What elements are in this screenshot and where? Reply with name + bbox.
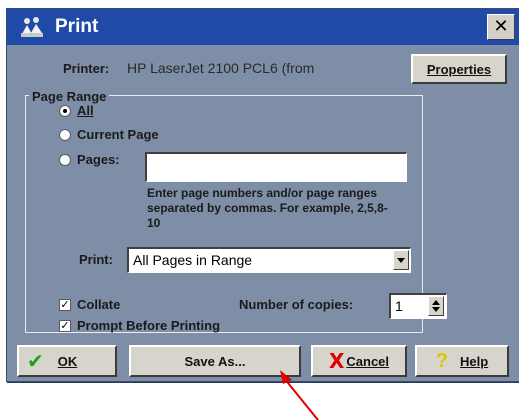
- title-bar[interactable]: Print ✕: [7, 9, 519, 45]
- prompt-before-printing-checkbox[interactable]: ✓: [59, 320, 71, 332]
- copies-spinner[interactable]: [428, 296, 444, 316]
- print-dialog: Print ✕ Printer: HP LaserJet 2100 PCL6 (…: [6, 8, 519, 382]
- print-label: Print:: [79, 252, 113, 267]
- collate-label: Collate: [77, 297, 121, 312]
- radio-pages[interactable]: [59, 154, 71, 166]
- properties-button[interactable]: Properties: [411, 54, 507, 84]
- help-button[interactable]: ? Help: [415, 345, 509, 377]
- properties-button-label: Properties: [426, 61, 492, 77]
- close-button[interactable]: ✕: [487, 14, 515, 40]
- cancel-button-label: Cancel: [346, 353, 390, 369]
- save-as-button-label: Save As...: [184, 353, 246, 369]
- radio-pages-label: Pages:: [77, 152, 120, 167]
- pages-input[interactable]: [145, 152, 407, 182]
- help-button-label: Help: [460, 353, 489, 369]
- collate-checkbox[interactable]: ✓: [59, 299, 71, 311]
- question-mark-icon: ?: [435, 349, 449, 372]
- prompt-before-printing-label: Prompt Before Printing: [77, 318, 221, 333]
- printer-name: HP LaserJet 2100 PCL6 (from: [127, 60, 315, 76]
- ok-button[interactable]: ✔ OK: [17, 345, 117, 377]
- print-range-select[interactable]: All Pages in Range: [127, 247, 411, 273]
- spinner-arrows-icon: [432, 300, 440, 312]
- checkmark-icon: ✔: [27, 349, 44, 373]
- window-title: Print: [55, 16, 99, 37]
- ok-button-label: OK: [57, 353, 78, 369]
- radio-all[interactable]: [59, 105, 71, 117]
- radio-current-page[interactable]: [59, 129, 71, 141]
- x-icon: X: [328, 349, 345, 373]
- print-range-dropdown-button[interactable]: [393, 250, 409, 270]
- cancel-button[interactable]: X Cancel: [311, 345, 407, 377]
- printer-people-icon: [21, 17, 43, 37]
- copies-label: Number of copies:: [239, 297, 354, 312]
- chevron-down-icon: [397, 258, 405, 263]
- radio-all-label: All: [77, 103, 94, 118]
- radio-current-page-label: Current Page: [77, 127, 159, 142]
- page-range-title: Page Range: [29, 89, 110, 104]
- printer-label: Printer:: [63, 61, 110, 76]
- save-as-button[interactable]: Save As...: [129, 345, 301, 377]
- pages-hint-text: Enter page numbers and/or page ranges se…: [147, 186, 388, 230]
